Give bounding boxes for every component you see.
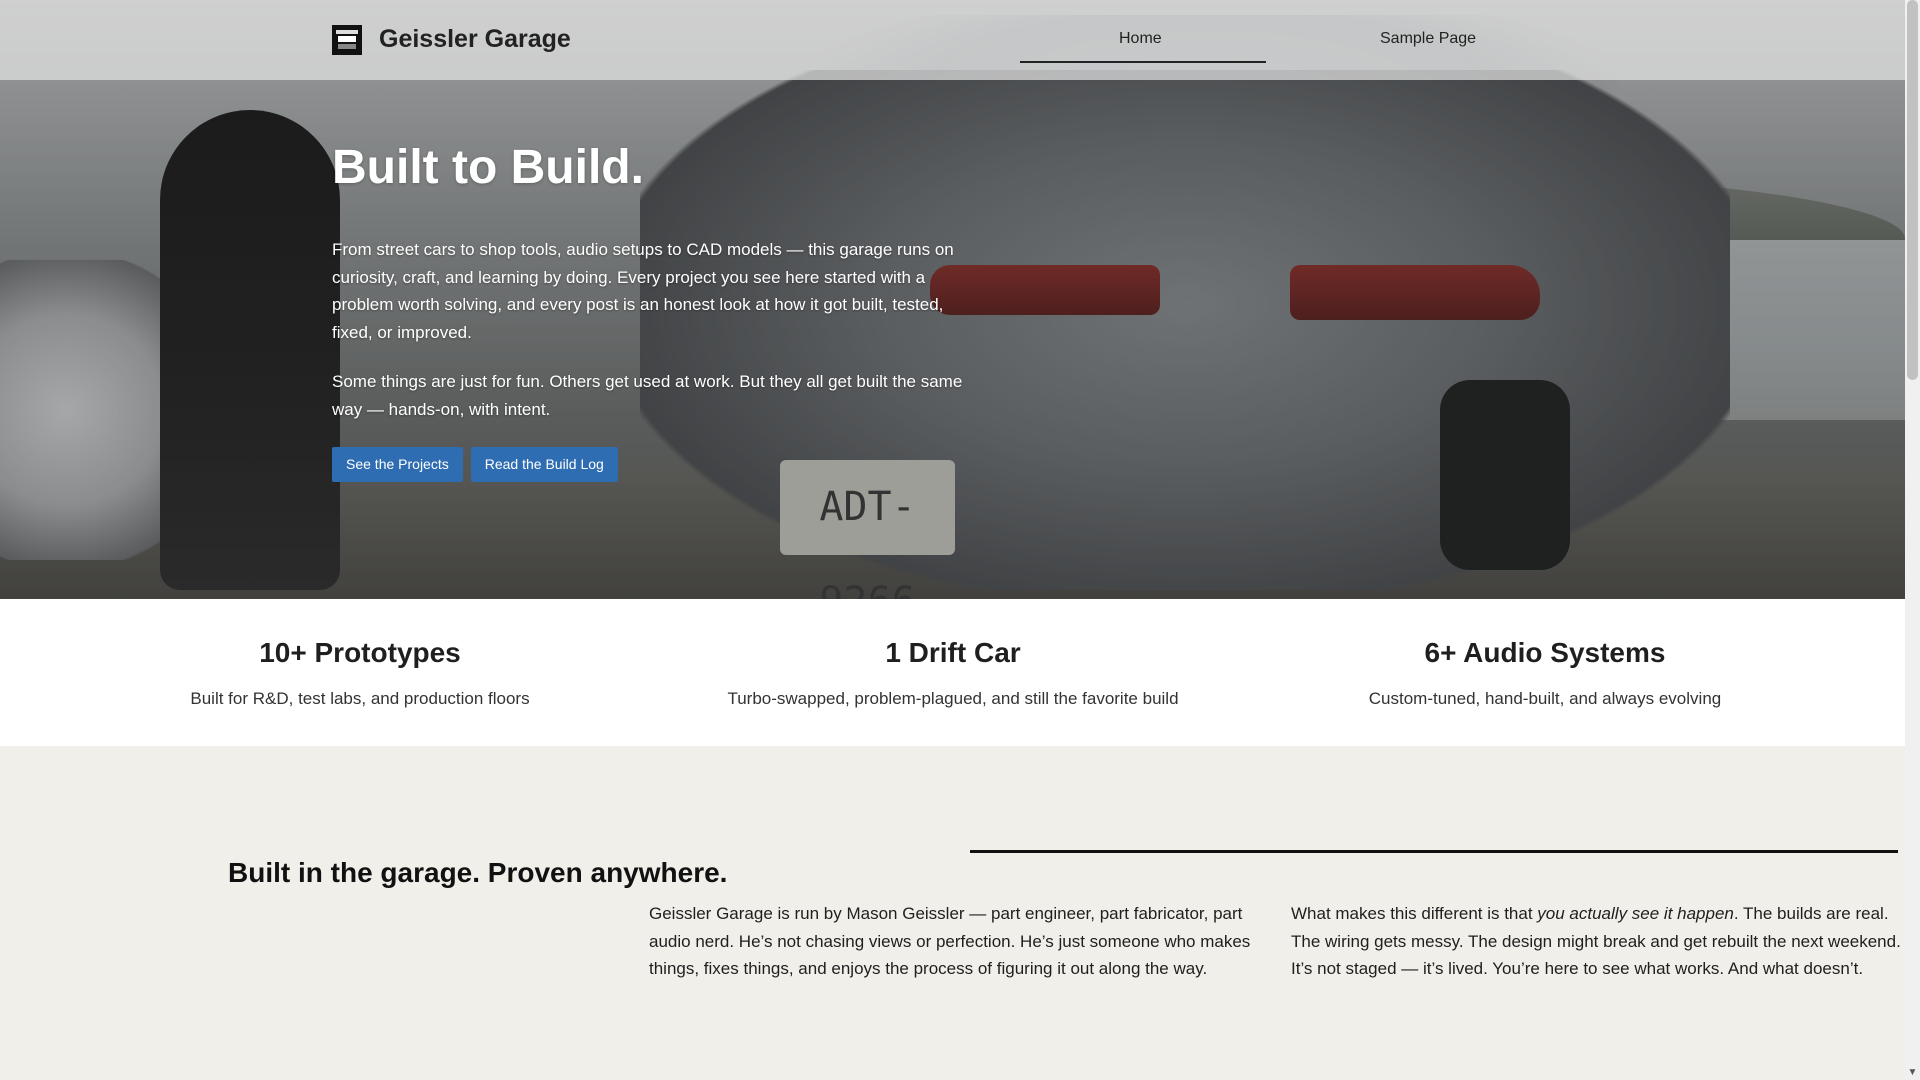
about-title: Built in the garage. Proven anywhere. <box>228 857 728 889</box>
site-title[interactable]: Geissler Garage <box>379 22 571 56</box>
hero-content: Built to Build. From street cars to shop… <box>332 138 972 482</box>
stat-description: Turbo-swapped, problem-plagued, and stil… <box>727 689 1179 708</box>
stat-description: Custom-tuned, hand-built, and always evo… <box>1368 689 1722 708</box>
nav-item-sample-page[interactable]: Sample Page <box>1380 27 1476 51</box>
hero-paragraph-1: From street cars to shop tools, audio se… <box>332 240 954 342</box>
hero-section: ADT-9266 Built to Build. From street car… <box>0 0 1905 599</box>
scrollbar-thumb[interactable] <box>1907 0 1918 380</box>
about-col2-text-start: What makes this different is that <box>1291 904 1538 923</box>
about-col2-emphasis: you actually see it happen <box>1537 904 1734 923</box>
stats-section: 10+ Prototypes Built for R&D, test labs,… <box>0 599 1905 746</box>
stat-title: 1 Drift Car <box>885 637 1021 668</box>
stat-description: Built for R&D, test labs, and production… <box>190 689 530 708</box>
stat-prototypes: 10+ Prototypes Built for R&D, test labs,… <box>120 599 600 711</box>
hero-buttons: See the Projects Read the Build Log <box>332 447 972 482</box>
nav-active-underline <box>1020 61 1266 63</box>
stat-drift-car: 1 Drift Car Turbo-swapped, problem-plagu… <box>713 599 1193 711</box>
hero-title: Built to Build. <box>332 141 644 194</box>
about-divider <box>970 850 1898 853</box>
garage-logo-icon[interactable] <box>332 25 362 55</box>
about-column-1: Geissler Garage is run by Mason Geissler… <box>649 904 1251 978</box>
stat-audio-systems: 6+ Audio Systems Custom-tuned, hand-buil… <box>1305 599 1785 711</box>
stat-title: 10+ Prototypes <box>259 637 461 668</box>
read-build-log-button[interactable]: Read the Build Log <box>470 447 618 482</box>
nav-item-home[interactable]: Home <box>1119 27 1162 51</box>
hero-paragraph-2: Some things are just for fun. Others get… <box>332 372 963 419</box>
site-header: Geissler Garage Home Sample Page <box>0 0 1905 80</box>
stat-title: 6+ Audio Systems <box>1424 637 1666 668</box>
about-column-2: What makes this different is that you ac… <box>1291 900 1901 983</box>
scroll-down-arrow-icon[interactable]: ▼ <box>1905 1065 1920 1080</box>
page-scrollbar[interactable]: ▼ <box>1905 0 1920 1080</box>
see-projects-button[interactable]: See the Projects <box>332 447 463 482</box>
